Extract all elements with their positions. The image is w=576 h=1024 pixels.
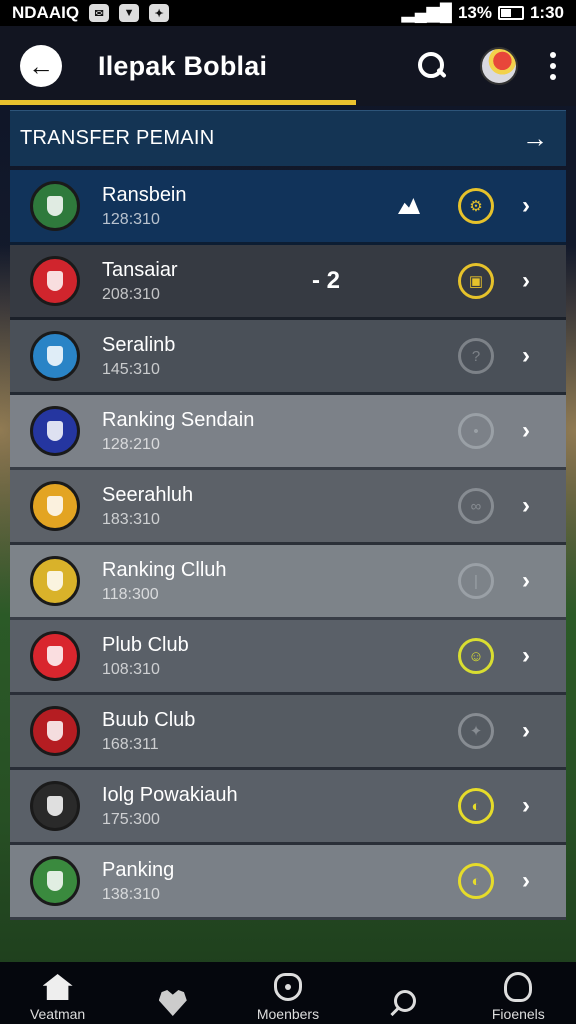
nav-members[interactable]: Moenbers [233, 970, 343, 1022]
nav-label: Veatman [29, 1006, 86, 1022]
app-bar: ← Ilepak Boblai [0, 26, 576, 106]
club-subtext: 208:310 [102, 285, 160, 303]
section-header[interactable]: TRANSFER PEMAIN → [10, 110, 566, 166]
list-item[interactable]: Ranking Sendain 128:210 • › [10, 395, 566, 470]
score-label: - 2 [312, 267, 341, 294]
list-item[interactable]: Iolg Powakiauh 175:300 ◐ › [10, 770, 566, 845]
nav-label: Fioenels [491, 1006, 545, 1022]
nav-trophy[interactable]: Fioenels [463, 970, 573, 1022]
status-badge-icon[interactable]: • [458, 413, 494, 449]
signal-icon: ▂▄▆█ [401, 3, 452, 22]
list-item[interactable]: Ranking Clluh 118:300 | › [10, 545, 566, 620]
club-subtext: 128:310 [102, 210, 160, 228]
club-name: Plub Club [102, 633, 189, 656]
status-badge-icon[interactable]: ◐ [458, 863, 494, 899]
members-icon [273, 973, 302, 1001]
clock: 1:30 [529, 3, 564, 22]
compass-icon: ✦ [149, 4, 170, 22]
status-badge-icon[interactable]: ☺ [458, 638, 494, 674]
battery-icon [497, 6, 524, 20]
chevron-right-icon[interactable]: › [522, 417, 530, 445]
club-name: Seralinb [102, 333, 176, 356]
nav-home[interactable]: Veatman [3, 970, 113, 1022]
chevron-right-icon[interactable]: › [522, 792, 530, 820]
club-subtext: 145:310 [102, 360, 160, 378]
club-name: Seerahluh [102, 483, 194, 506]
favorite-icon [158, 990, 187, 1016]
nav-favorites[interactable] [118, 986, 228, 1022]
club-crest-icon [30, 706, 80, 756]
chevron-right-icon[interactable]: › [522, 267, 530, 295]
mountain-icon [398, 198, 420, 214]
list-item[interactable]: Seralinb 145:310? › [10, 320, 566, 395]
club-crest-icon [30, 631, 80, 681]
chevron-right-icon[interactable]: › [522, 342, 530, 370]
list-item[interactable]: Buub Club 168:311 ✦ › [10, 695, 566, 770]
club-crest-icon [30, 856, 80, 906]
chevron-right-icon[interactable]: › [522, 492, 530, 520]
club-subtext: 183:310 [102, 510, 160, 528]
battery-percent: 13% [457, 3, 492, 22]
list-item[interactable]: Seerahluh 183:310 ∞ › [10, 470, 566, 545]
club-crest-icon [30, 781, 80, 831]
list-item[interactable]: Ransbein 128:310 ⚙ › [10, 170, 566, 245]
status-badge-icon[interactable]: ∞ [458, 488, 494, 524]
status-bar: NDAAIQ ✉ ▼ ✦ ▂▄▆█ 13% 1:30 [0, 0, 576, 26]
status-badge-icon[interactable]: ▣ [458, 263, 494, 299]
search-icon[interactable] [416, 50, 448, 82]
app-screen: NDAAIQ ✉ ▼ ✦ ▂▄▆█ 13% 1:30 ← Ilepak Bobl… [0, 0, 576, 1024]
club-name: Ransbein [102, 183, 187, 206]
nav-search[interactable] [348, 986, 458, 1022]
list-item[interactable]: Plub Club 108:310 ☺ › [10, 620, 566, 695]
club-crest-icon [30, 256, 80, 306]
club-name: Tansaiar [102, 258, 178, 281]
club-subtext: 168:311 [102, 735, 159, 753]
list-item[interactable]: Tansaiar 208:310 - 2 ▣ › [10, 245, 566, 320]
club-name: Iolg Powakiauh [102, 783, 238, 806]
back-arrow-icon: ← [28, 50, 54, 81]
club-crest-icon [30, 181, 80, 231]
search-icon [388, 988, 418, 1018]
club-subtext: 118:300 [102, 585, 159, 603]
status-badge-icon[interactable]: ◐ [458, 788, 494, 824]
section-title: TRANSFER PEMAIN [20, 127, 215, 149]
club-name: Panking [102, 858, 175, 881]
club-name: Ranking Sendain [102, 408, 255, 431]
status-badge-icon[interactable]: ✦ [458, 713, 494, 749]
status-badge-icon[interactable]: ⚙ [458, 188, 494, 224]
shield-icon: ▼ [119, 4, 140, 22]
more-options-icon[interactable] [550, 52, 556, 80]
chevron-right-icon[interactable]: › [522, 867, 530, 895]
club-crest-icon [30, 481, 80, 531]
active-tab-indicator [0, 100, 356, 105]
trophy-icon [504, 972, 533, 1002]
chevron-right-icon[interactable]: › [522, 642, 530, 670]
arrow-right-icon[interactable]: → [522, 123, 548, 154]
back-button[interactable]: ← [20, 45, 62, 87]
list-item[interactable]: Panking 138:310 ◐ › [10, 845, 566, 920]
page-title: Ilepak Boblai [98, 50, 268, 81]
mail-icon: ✉ [89, 4, 110, 22]
home-icon [42, 974, 73, 1000]
bottom-nav: Veatman Moenbers Fioenels [0, 962, 576, 1024]
club-crest-icon [30, 331, 80, 381]
chevron-right-icon[interactable]: › [522, 192, 530, 220]
chevron-right-icon[interactable]: › [522, 567, 530, 595]
club-subtext: 175:300 [102, 810, 160, 828]
club-subtext: 108:310 [102, 660, 160, 678]
carrier-label: NDAAIQ [12, 3, 80, 22]
club-crest-icon [30, 556, 80, 606]
avatar[interactable] [480, 47, 518, 85]
club-subtext: 128:210 [102, 435, 160, 453]
status-badge-icon[interactable]: ? [458, 338, 494, 374]
status-badge-icon[interactable]: | [458, 563, 494, 599]
chevron-right-icon[interactable]: › [522, 717, 530, 745]
club-subtext: 138:310 [102, 885, 160, 903]
nav-label: Moenbers [256, 1006, 320, 1022]
club-crest-icon [30, 406, 80, 456]
club-name: Buub Club [102, 708, 196, 731]
club-list: Ransbein 128:310 ⚙ › Tansaiar 208:310- 2 ▣ › Ser… [10, 170, 566, 920]
club-name: Ranking Clluh [102, 558, 227, 581]
